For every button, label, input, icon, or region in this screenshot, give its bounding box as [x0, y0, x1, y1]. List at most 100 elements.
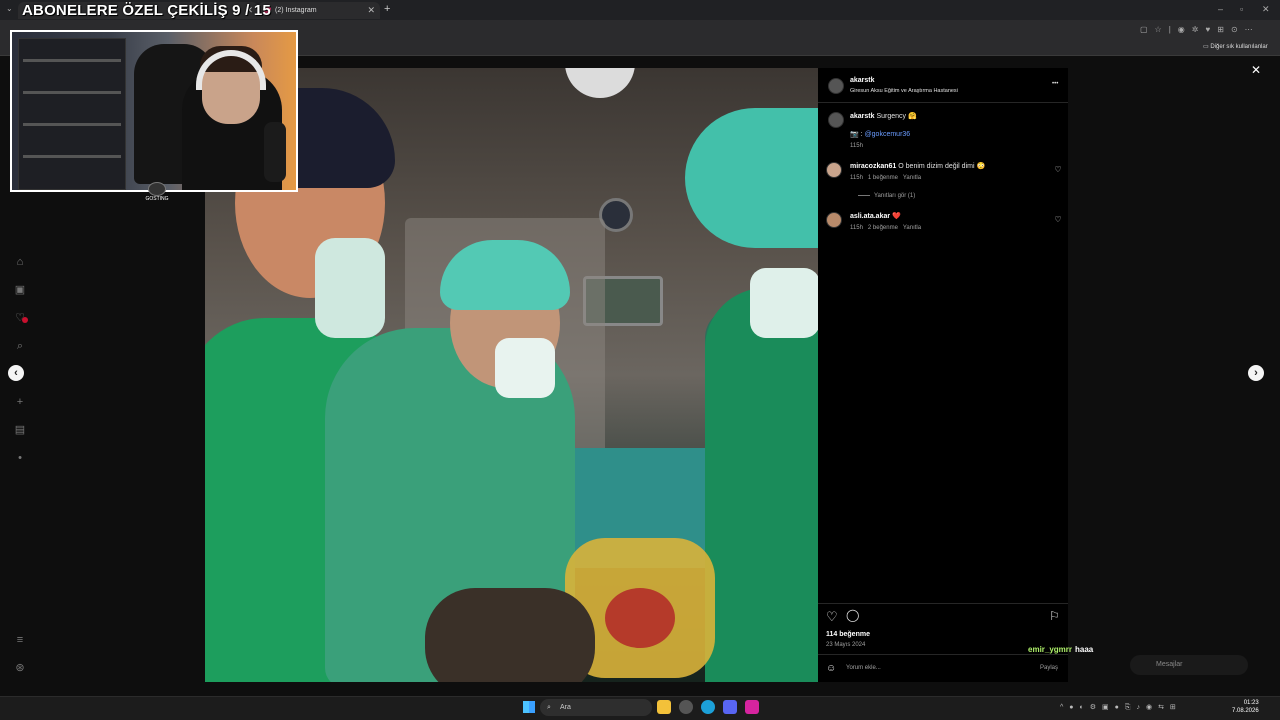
replies-line: [858, 194, 870, 196]
comment-text: ❤️: [892, 213, 901, 220]
share-button[interactable]: Paylaş: [1040, 665, 1058, 671]
post-details-panel: akarstk Giresun Aksu Eğitim ve Araştırma…: [818, 68, 1068, 682]
shelf-board: [23, 59, 121, 62]
actions-divider: [818, 603, 1068, 604]
search-icon: ⌕: [547, 704, 551, 711]
comment-user[interactable]: miracozkan61: [850, 163, 896, 170]
likes-count[interactable]: 114 beğenme: [826, 631, 870, 638]
shelf-board: [23, 123, 121, 126]
caption-credit: 📷 : @gokcemur36: [850, 130, 910, 138]
other-bookmarks[interactable]: ▭ Diğer sık kullanılanlar: [1203, 43, 1268, 50]
extensions-area: ▢☆|◉✲♥⊞⊙⋯: [1140, 25, 1260, 34]
chat-message: haaa: [1075, 645, 1094, 654]
post-location[interactable]: Giresun Aksu Eğitim ve Araştırma Hastane…: [850, 88, 958, 94]
header-divider: [818, 102, 1068, 103]
file-explorer-icon[interactable]: [657, 700, 671, 714]
chevron-left-icon[interactable]: ‹: [8, 365, 24, 381]
comment-2: asli.ata.akar ❤️: [850, 212, 901, 220]
post-author[interactable]: akarstk: [850, 77, 875, 84]
comment-divider: [818, 654, 1068, 655]
tab-list-chevron-icon[interactable]: ⌄: [6, 4, 13, 13]
dashboard-icon[interactable]: ▤: [13, 423, 27, 437]
shelf: [18, 38, 126, 190]
surgeon-right-mask: [750, 268, 818, 338]
more-menu-icon[interactable]: ≡: [13, 633, 27, 647]
notifications-icon[interactable]: ♡: [13, 311, 28, 325]
microphone: [264, 122, 286, 182]
comment-1-meta: 115h 1 beğenme Yanıtla: [850, 175, 921, 181]
caption: akarstk Surgency 🤗: [850, 112, 917, 120]
caption-user[interactable]: akarstk: [850, 113, 875, 120]
messages-bubble[interactable]: Mesajlar: [1130, 655, 1248, 675]
heart-icon[interactable]: ♡: [826, 609, 838, 625]
more-options-icon[interactable]: •••: [1052, 81, 1058, 87]
caption-time: 115h: [850, 143, 863, 149]
taskbar-clock[interactable]: 01:23 7.08.2026: [1232, 699, 1259, 715]
comment-reply[interactable]: Yanıtla: [903, 175, 921, 181]
close-tab-icon[interactable]: ✕: [367, 2, 375, 19]
logo-text: GOSTING: [145, 196, 169, 202]
start-icon[interactable]: [523, 701, 535, 713]
surgeon-right-body: [705, 288, 818, 682]
reels-icon[interactable]: ▣: [13, 283, 27, 297]
discord-icon[interactable]: [723, 700, 737, 714]
minimize-icon[interactable]: –: [1218, 4, 1223, 14]
comment-likes[interactable]: 1 beğenme: [868, 175, 898, 181]
view-replies-label: Yanıtları gör (1): [874, 193, 916, 199]
comment-avatar[interactable]: [826, 212, 842, 228]
caption-mention[interactable]: @gokcemur36: [865, 131, 911, 138]
logo-emblem: [148, 182, 166, 196]
settings-icon[interactable]: [679, 700, 693, 714]
taskbar-search-label: Ara: [560, 704, 571, 711]
comment-input[interactable]: Yorum ekle...: [846, 665, 881, 671]
comment-like-icon[interactable]: ♡: [1054, 166, 1062, 174]
surgical-lamp: [565, 68, 635, 98]
taskbar-search[interactable]: ⌕ Ara: [540, 699, 652, 716]
comment-time: 115h: [850, 175, 863, 181]
instagram-icon[interactable]: [745, 700, 759, 714]
comment-1: miracozkan61 O benim dizim değil dimi 😳: [850, 162, 985, 170]
threads-icon[interactable]: ⊛: [13, 661, 27, 675]
webcam-logo: GOSTING: [144, 182, 170, 210]
chat-username: emir_ygmrr: [1028, 645, 1073, 654]
comment-likes[interactable]: 2 beğenme: [868, 225, 898, 231]
tab-instagram[interactable]: (2) Instagram ✕: [258, 2, 380, 19]
tab-instagram-label: (2) Instagram: [275, 7, 317, 14]
camera-label: 📷 :: [850, 131, 863, 138]
caption-avatar[interactable]: [828, 112, 844, 128]
comment-like-icon[interactable]: ♡: [1054, 216, 1062, 224]
view-replies[interactable]: Yanıtları gör (1): [858, 193, 915, 199]
emoji-icon[interactable]: ☺: [826, 663, 836, 674]
caption-text: Surgency 🤗: [876, 113, 917, 120]
stream-overlay-title: ABONELERE ÖZEL ÇEKİLİŞ 9 / 15: [22, 2, 271, 19]
comment-time: 115h: [850, 225, 863, 231]
post-date: 23 Mayıs 2024: [826, 642, 866, 648]
folder-icon: ▭: [1203, 44, 1209, 50]
author-avatar[interactable]: [828, 78, 844, 94]
system-tray[interactable]: ^●◐⚙▣●⎘♪◉⇆⊞: [1060, 703, 1182, 712]
clock-time: 01:23: [1243, 700, 1259, 706]
surgeon-right-cap: [685, 108, 818, 248]
new-tab-button[interactable]: +: [384, 3, 390, 15]
comment-2-meta: 115h 2 beğenme Yanıtla: [850, 225, 921, 231]
messages-label: Mesajlar: [1156, 661, 1183, 668]
home-icon[interactable]: ⌂: [13, 255, 27, 269]
create-icon[interactable]: +: [13, 395, 27, 409]
bookmark-icon[interactable]: ⚐: [1049, 609, 1060, 623]
profile-icon[interactable]: •: [13, 451, 27, 465]
edge-icon[interactable]: [701, 700, 715, 714]
comment-user[interactable]: asli.ata.akar: [850, 213, 890, 220]
clock-date: 7.08.2026: [1232, 708, 1259, 714]
comment-avatar[interactable]: [826, 162, 842, 178]
chevron-right-icon[interactable]: ›: [1248, 365, 1264, 381]
webcam-feed: [10, 30, 298, 192]
close-icon[interactable]: ✕: [1251, 63, 1261, 77]
other-bookmarks-label: Diğer sık kullanılanlar: [1210, 44, 1268, 50]
comment-reply[interactable]: Yanıtla: [903, 225, 921, 231]
comment-icon[interactable]: ◯: [846, 608, 859, 622]
close-window-icon[interactable]: ✕: [1262, 4, 1270, 15]
shelf-board: [23, 155, 121, 158]
surgical-site: [605, 588, 675, 648]
maximize-icon[interactable]: ▫: [1240, 4, 1243, 14]
search-icon[interactable]: ⌕: [13, 339, 27, 353]
